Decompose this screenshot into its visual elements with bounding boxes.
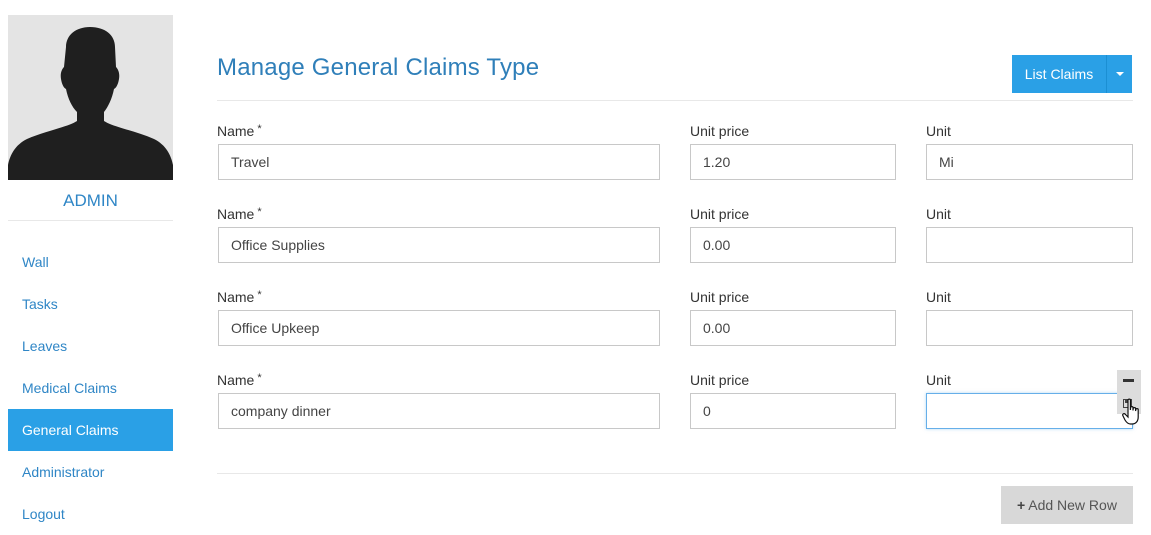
plus-icon: + [1017,497,1026,513]
form-footer-divider [217,473,1133,474]
sidebar: ADMIN Wall Tasks Leaves Medical Claims G… [8,15,173,535]
name-input[interactable] [218,144,660,180]
claim-type-row: Name * Unit price Unit [217,287,1133,370]
unit-price-input[interactable] [690,393,896,429]
sidebar-nav: Wall Tasks Leaves Medical Claims General… [8,241,173,535]
required-mark: * [257,289,262,301]
unit-price-label: Unit price [690,123,750,139]
username: ADMIN [8,191,173,221]
unit-label: Unit [926,289,951,305]
name-label: Name * [217,206,262,222]
claim-type-row: Name * Unit price Unit [217,121,1133,204]
unit-price-label: Unit price [690,372,750,388]
add-new-row-button[interactable]: + Add New Row [1001,486,1133,524]
unit-price-label: Unit price [690,289,750,305]
unit-label: Unit [926,206,951,222]
caret-down-icon [1116,72,1124,76]
name-label: Name * [217,123,262,139]
unit-label: Unit [926,123,951,139]
unit-input[interactable] [926,144,1133,180]
unit-price-input[interactable] [690,227,896,263]
unit-input[interactable] [926,310,1133,346]
required-mark: * [257,206,262,218]
sidebar-item-administrator[interactable]: Administrator [8,451,173,493]
list-claims-button-group: List Claims [1012,55,1132,93]
sidebar-item-general-claims[interactable]: General Claims [8,409,173,451]
name-input[interactable] [218,310,660,346]
name-input[interactable] [218,227,660,263]
sidebar-item-leaves[interactable]: Leaves [8,325,173,367]
unit-price-label: Unit price [690,206,750,222]
avatar [8,15,173,180]
list-claims-dropdown-toggle[interactable] [1107,55,1132,93]
unit-input[interactable] [926,227,1133,263]
minus-icon[interactable] [1123,379,1134,382]
sidebar-item-tasks[interactable]: Tasks [8,283,173,325]
page-title: Manage General Claims Type [217,54,540,81]
name-label: Name * [217,372,262,388]
name-input[interactable] [218,393,660,429]
name-label: Name * [217,289,262,305]
sidebar-item-wall[interactable]: Wall [8,241,173,283]
unit-label: Unit [926,372,951,388]
claim-type-row: Name * Unit price Unit [217,204,1133,287]
claim-type-row: Name * Unit price Unit [217,370,1133,453]
unit-price-input[interactable] [690,144,896,180]
required-mark: * [257,123,262,135]
unit-price-input[interactable] [690,310,896,346]
required-mark: * [257,372,262,384]
sidebar-item-logout[interactable]: Logout [8,493,173,535]
add-new-row-label: Add New Row [1028,497,1117,513]
hand-pointer-cursor-icon [1122,398,1139,425]
user-silhouette-icon [8,27,173,180]
list-claims-button[interactable]: List Claims [1012,55,1107,93]
sidebar-item-medical-claims[interactable]: Medical Claims [8,367,173,409]
unit-input[interactable] [926,393,1133,429]
title-divider [217,100,1133,101]
